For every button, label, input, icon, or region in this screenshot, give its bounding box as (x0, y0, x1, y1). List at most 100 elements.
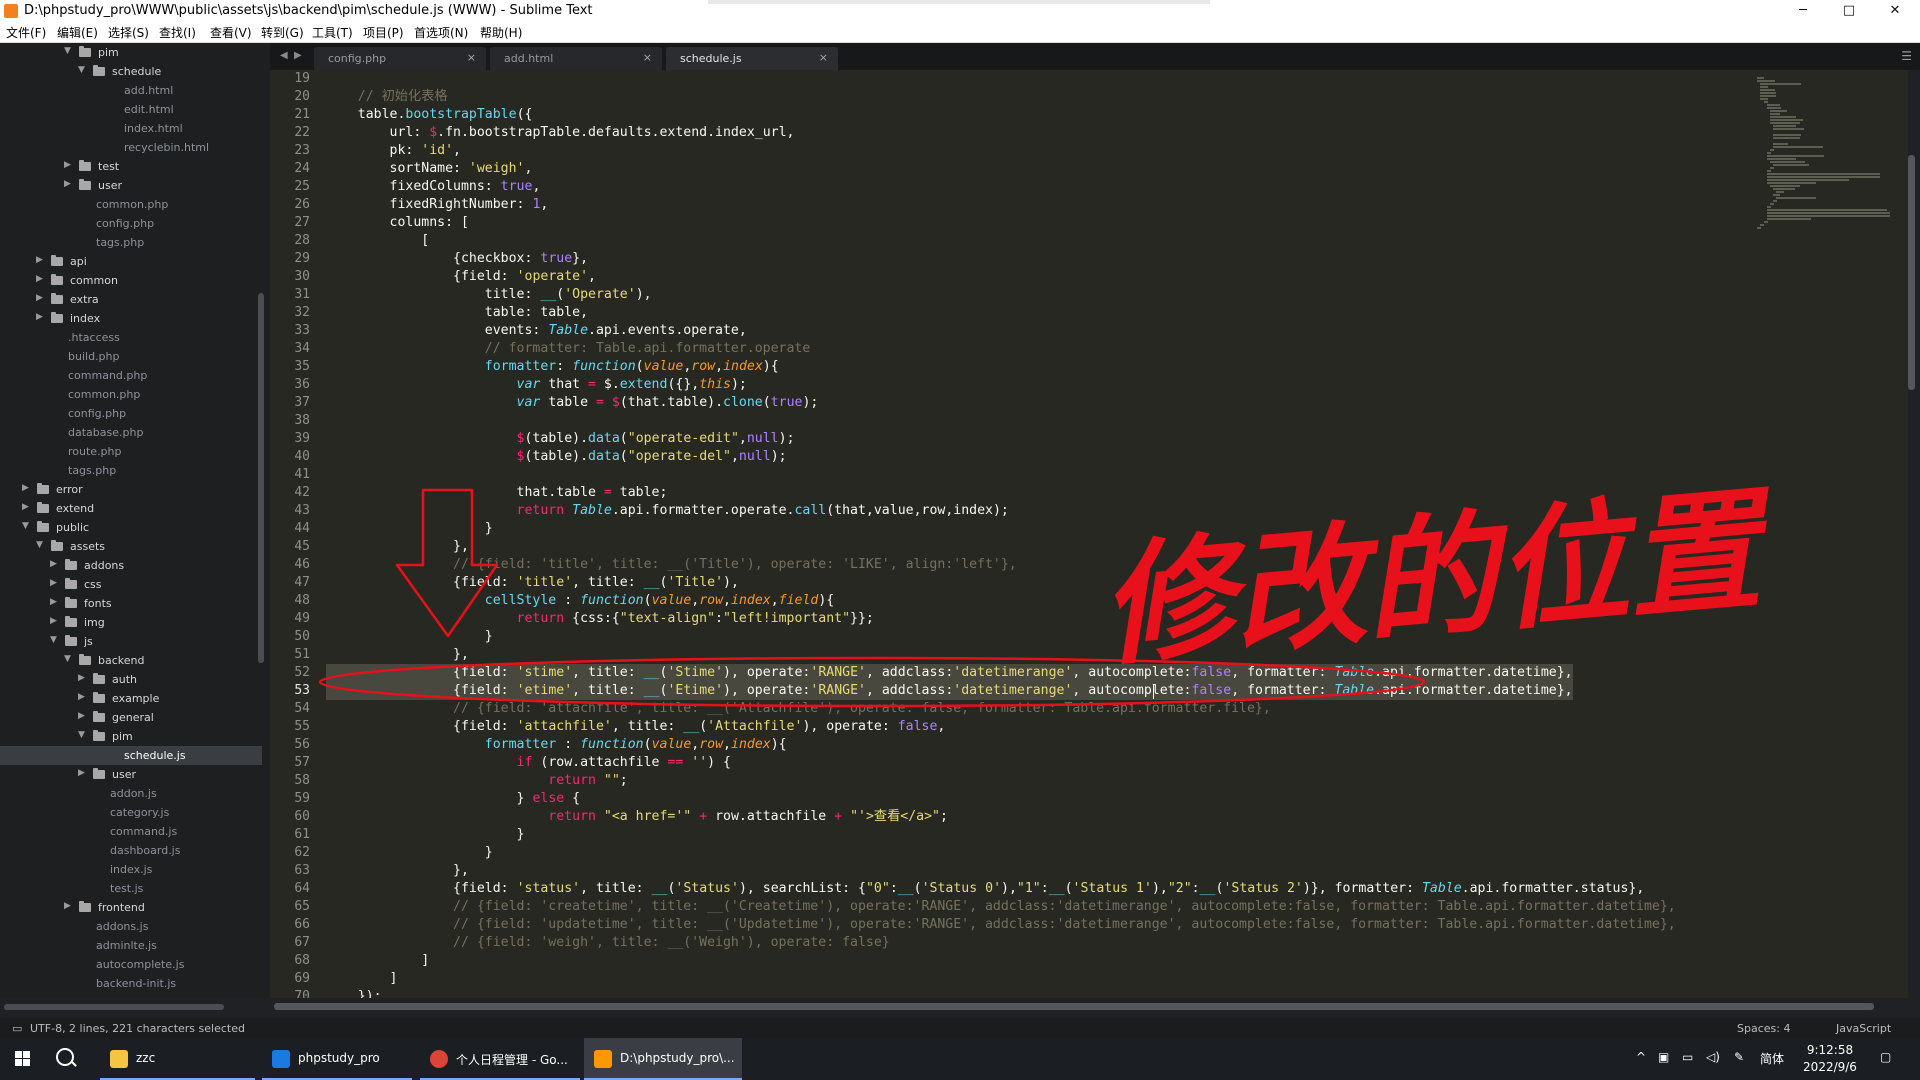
code-line[interactable]: {field: 'operate', (326, 268, 596, 286)
taskbar-clock[interactable]: 9:12:58 2022/9/6 (1790, 1042, 1870, 1076)
code-line[interactable]: $(table).data("operate-del",null); (326, 448, 787, 466)
code-line[interactable]: // 初始化表格 (326, 88, 448, 106)
tree-folder-user[interactable]: ▶ user (0, 765, 262, 784)
tree-file-category-js[interactable]: category.js (0, 803, 262, 822)
code-line[interactable]: table.bootstrapTable({ (326, 106, 533, 124)
code-line[interactable]: } (326, 520, 493, 538)
code-line[interactable]: that.table = table; (326, 484, 668, 502)
tree-file-index-html[interactable]: index.html (0, 119, 262, 138)
menu-item-5[interactable]: 转到(G) (261, 24, 304, 41)
chevron-down-icon[interactable]: ▼ (22, 521, 29, 531)
tree-folder-js[interactable]: ▼ js (0, 632, 262, 651)
tree-folder-user[interactable]: ▶ user (0, 176, 262, 195)
code-line[interactable]: {field: 'attachfile', title: __('Attachf… (326, 718, 945, 736)
code-line[interactable]: }); (326, 988, 382, 998)
tray-display-icon[interactable]: ▭ (1682, 1050, 1693, 1064)
code-line[interactable]: return "<a href='" + row.attachfile + "'… (326, 808, 948, 826)
tab-close-icon[interactable]: × (819, 51, 828, 64)
close-button[interactable]: ✕ (1872, 0, 1918, 22)
start-button[interactable] (0, 1038, 46, 1080)
taskbar-item-chrome[interactable]: 个人日程管理 - Go... (420, 1038, 580, 1080)
chevron-right-icon[interactable]: ▶ (78, 711, 85, 721)
code-line[interactable]: {field: 'etime', title: __('Etime'), ope… (326, 682, 1573, 700)
chevron-right-icon[interactable]: ▶ (50, 578, 57, 588)
code-line[interactable]: } (326, 826, 525, 844)
tree-file-test-js[interactable]: test.js (0, 879, 262, 898)
chevron-right-icon[interactable]: ▶ (22, 502, 29, 512)
minimap[interactable] (1750, 70, 1908, 998)
tree-folder-error[interactable]: ▶ error (0, 480, 262, 499)
sidebar-horizontal-scrollbar[interactable] (4, 1004, 224, 1010)
tree-folder-extend[interactable]: ▶ extend (0, 499, 262, 518)
code-line[interactable]: // formatter: Table.api.formatter.operat… (326, 340, 811, 358)
tree-file-common-php[interactable]: common.php (0, 385, 262, 404)
chevron-down-icon[interactable]: ▼ (78, 65, 85, 75)
code-line[interactable]: sortName: 'weigh', (326, 160, 533, 178)
editor-vertical-scrollbar[interactable] (1908, 155, 1915, 390)
menu-item-2[interactable]: 选择(S) (108, 24, 149, 41)
status-syntax[interactable]: JavaScript (1836, 1022, 1891, 1035)
code-line[interactable]: events: Table.api.events.operate, (326, 322, 747, 340)
code-line[interactable]: formatter: function(value,row,index){ (326, 358, 779, 376)
code-line[interactable]: {field: 'stime', title: __('Stime'), ope… (326, 664, 1573, 682)
code-line[interactable]: } else { (326, 790, 581, 808)
chevron-right-icon[interactable]: ▶ (22, 483, 29, 493)
tray-ime-indicator[interactable]: 简体 (1760, 1050, 1784, 1067)
tree-folder-example[interactable]: ▶ example (0, 689, 262, 708)
tree-file-config-php[interactable]: config.php (0, 404, 262, 423)
tree-file-build-php[interactable]: build.php (0, 347, 262, 366)
tab-config-php[interactable]: config.php × (314, 47, 486, 70)
tree-file-adminlte-js[interactable]: adminlte.js (0, 936, 262, 955)
chevron-down-icon[interactable]: ▼ (64, 654, 71, 664)
tree-file-common-php[interactable]: common.php (0, 195, 262, 214)
code-line[interactable]: }, (326, 646, 469, 664)
menu-item-7[interactable]: 项目(P) (363, 24, 404, 41)
code-line[interactable]: }, (326, 538, 469, 556)
search-icon[interactable] (56, 1048, 74, 1066)
menu-item-0[interactable]: 文件(F) (6, 24, 46, 41)
menu-item-1[interactable]: 编辑(E) (57, 24, 98, 41)
chevron-right-icon[interactable]: ▶ (36, 274, 43, 284)
code-line[interactable]: title: __('Operate'), (326, 286, 652, 304)
code-line[interactable]: {field: 'status', title: __('Status'), s… (326, 880, 1644, 898)
code-line[interactable]: // {field: 'updatetime', title: __('Upda… (326, 916, 1676, 934)
code-line[interactable]: ] (326, 952, 429, 970)
chevron-right-icon[interactable]: ▶ (78, 692, 85, 702)
tray-network-icon[interactable]: ▣ (1658, 1050, 1669, 1064)
tree-file-autocomplete-js[interactable]: autocomplete.js (0, 955, 262, 974)
code-line[interactable]: {field: 'title', title: __('Title'), (326, 574, 739, 592)
code-editor[interactable]: 19 20 21 22 23 24 25 26 27 28 29 30 31 32 33 34 35 36 37 38… (270, 70, 1750, 998)
code-line[interactable]: pk: 'id', (326, 142, 461, 160)
tree-folder-css[interactable]: ▶ css (0, 575, 262, 594)
code-line[interactable]: var table = $(that.table).clone(true); (326, 394, 819, 412)
tree-folder-addons[interactable]: ▶ addons (0, 556, 262, 575)
code-line[interactable]: url: $.fn.bootstrapTable.defaults.extend… (326, 124, 795, 142)
tree-folder-assets[interactable]: ▼ assets (0, 537, 262, 556)
chevron-right-icon[interactable]: ▶ (64, 179, 71, 189)
chevron-right-icon[interactable]: ▶ (64, 160, 71, 170)
menu-item-9[interactable]: 帮助(H) (480, 24, 522, 41)
tab-schedule-js[interactable]: schedule.js × (666, 47, 838, 70)
code-line[interactable]: fixedColumns: true, (326, 178, 541, 196)
menu-item-3[interactable]: 查找(I) (159, 24, 196, 41)
maximize-button[interactable]: □ (1826, 0, 1872, 22)
chevron-right-icon[interactable]: ▶ (50, 559, 57, 569)
editor-horizontal-scrollbar[interactable] (274, 1003, 1874, 1010)
tree-folder-test[interactable]: ▶ test (0, 157, 262, 176)
tab-menu-icon[interactable]: ☰ (1901, 49, 1912, 63)
chevron-right-icon[interactable]: ▶ (36, 312, 43, 322)
code-line[interactable]: // {field: 'title', title: __('Title'), … (326, 556, 1017, 574)
chevron-right-icon[interactable]: ▶ (78, 768, 85, 778)
code-line[interactable]: fixedRightNumber: 1, (326, 196, 549, 214)
code-line[interactable]: // {field: 'weigh', title: __('Weigh'), … (326, 934, 890, 952)
tree-file-addon-js[interactable]: addon.js (0, 784, 262, 803)
chevron-down-icon[interactable]: ▼ (64, 46, 71, 56)
tree-file-dashboard-js[interactable]: dashboard.js (0, 841, 262, 860)
tree-folder-frontend[interactable]: ▶ frontend (0, 898, 262, 917)
code-line[interactable]: } (326, 844, 493, 862)
chevron-right-icon[interactable]: ▶ (36, 293, 43, 303)
tree-folder-fonts[interactable]: ▶ fonts (0, 594, 262, 613)
tree-file--htaccess[interactable]: .htaccess (0, 328, 262, 347)
status-panel-icon[interactable]: ▭ (12, 1022, 22, 1035)
tree-folder-common[interactable]: ▶ common (0, 271, 262, 290)
